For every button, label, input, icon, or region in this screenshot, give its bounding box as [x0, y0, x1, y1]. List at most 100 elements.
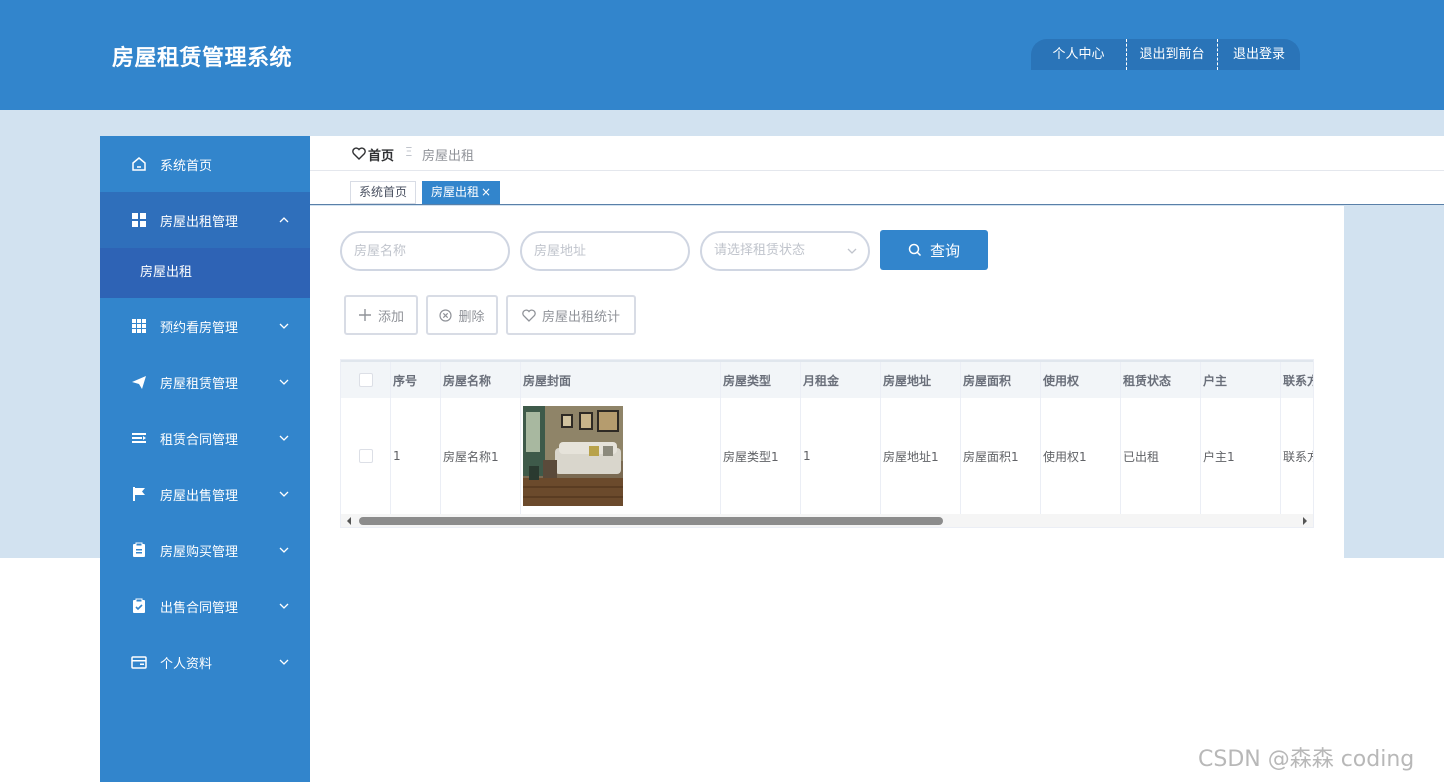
rent-stats-button[interactable]: 房屋出租统计	[506, 295, 636, 335]
tab-system-home[interactable]: 系统首页	[350, 181, 417, 204]
main-content: 首页 Ξ 房屋出租 系统首页 房屋出租× 请选择租赁状态 查询 添加 删除 房屋…	[310, 136, 1444, 558]
column-header: 房屋类型	[721, 362, 801, 398]
cell-house-address: 房屋地址1	[881, 398, 961, 514]
sidebar-item-lease-mgmt[interactable]: 房屋租赁管理	[100, 354, 310, 410]
nav-personal-center[interactable]: 个人中心	[1031, 39, 1126, 70]
breadcrumb-home[interactable]: 首页	[368, 145, 394, 164]
cell-house-area: 房屋面积1	[961, 398, 1041, 514]
cell-contact: 联系方式1	[1281, 398, 1313, 514]
chevron-down-icon	[279, 323, 289, 329]
chevron-down-icon	[279, 379, 289, 385]
home-icon	[132, 157, 146, 171]
column-header: 房屋名称	[441, 362, 521, 398]
sidebar-item-label: 个人资料	[160, 656, 213, 672]
heart-icon	[352, 147, 366, 160]
sidebar-item-label: 房屋购买管理	[160, 544, 239, 560]
column-header: 联系方式	[1281, 362, 1313, 398]
chevron-down-icon	[279, 435, 289, 441]
house-name-input[interactable]	[340, 231, 510, 271]
query-label: 查询	[929, 241, 960, 260]
sidebar: 系统首页 房屋出租管理 房屋出租 预约看房管理 房屋租赁管理 租赁合同管理 房屋…	[100, 136, 310, 782]
add-button[interactable]: 添加	[344, 295, 418, 335]
chevron-up-icon	[279, 217, 289, 223]
sidebar-item-home[interactable]: 系统首页	[100, 136, 310, 192]
nav-back-to-front[interactable]: 退出到前台	[1126, 39, 1217, 70]
column-header: 使用权	[1041, 362, 1121, 398]
chevron-down-icon	[279, 659, 289, 665]
sidebar-item-lease-contract-mgmt[interactable]: 租赁合同管理	[100, 410, 310, 466]
delete-label: 删除	[458, 309, 485, 325]
chevron-down-icon	[279, 491, 289, 497]
table-row[interactable]: 1 房屋名称1 房屋类型1 1 房屋地址1 房屋面积1 使用权1 已出租 户主1…	[341, 398, 1313, 514]
column-header: 房屋地址	[881, 362, 961, 398]
sidebar-item-viewing-mgmt[interactable]: 预约看房管理	[100, 298, 310, 354]
column-header: 房屋封面	[521, 362, 721, 398]
sidebar-item-house-rent-mgmt[interactable]: 房屋出租管理	[100, 192, 310, 248]
sidebar-item-label: 租赁合同管理	[160, 432, 239, 448]
cell-usage-right: 使用权1	[1041, 398, 1121, 514]
sidebar-item-label: 房屋出售管理	[160, 488, 239, 504]
table-header: 序号 房屋名称 房屋封面 房屋类型 月租金 房屋地址 房屋面积 使用权 租赁状态…	[341, 360, 1313, 398]
column-header: 序号	[391, 362, 441, 398]
scroll-left-icon[interactable]	[345, 517, 353, 525]
breadcrumb: 首页 Ξ 房屋出租	[310, 136, 1444, 171]
cell-house-type: 房屋类型1	[721, 398, 801, 514]
rent-stats-label: 房屋出租统计	[541, 309, 620, 325]
cell-house-name: 房屋名称1	[441, 398, 521, 514]
column-header: 户主	[1201, 362, 1281, 398]
horizontal-scrollbar[interactable]	[341, 514, 1313, 527]
house-cover-image	[523, 406, 623, 506]
select-all-checkbox[interactable]	[358, 373, 373, 387]
cell-monthly-rent: 1	[801, 398, 881, 514]
apps-icon	[132, 319, 146, 333]
flag-icon	[133, 487, 145, 501]
sidebar-item-label: 预约看房管理	[160, 320, 239, 336]
sidebar-subitem-house-rent[interactable]: 房屋出租	[100, 248, 310, 298]
content-panel: 请选择租赁状态 查询 添加 删除 房屋出租统计 序号 房屋名称 房屋封面 房屋类…	[310, 206, 1344, 558]
breadcrumb-separator: Ξ	[405, 145, 413, 159]
query-button[interactable]: 查询	[880, 230, 988, 270]
delete-button[interactable]: 删除	[426, 295, 498, 335]
sidebar-item-label: 房屋出租管理	[160, 214, 239, 230]
scrollbar-thumb[interactable]	[359, 517, 943, 525]
list-icon	[132, 433, 146, 443]
row-select-cell	[341, 398, 391, 514]
header-nav: 个人中心 退出到前台 退出登录	[1031, 39, 1300, 70]
cell-house-cover	[521, 398, 721, 514]
select-all-cell	[341, 362, 391, 398]
circle-close-icon	[439, 308, 453, 322]
sidebar-item-sale-mgmt[interactable]: 房屋出售管理	[100, 466, 310, 522]
column-header: 月租金	[801, 362, 881, 398]
house-table: 序号 房屋名称 房屋封面 房屋类型 月租金 房屋地址 房屋面积 使用权 租赁状态…	[340, 359, 1314, 528]
cell-owner: 户主1	[1201, 398, 1281, 514]
grid-icon	[132, 213, 146, 227]
sidebar-item-profile[interactable]: 个人资料	[100, 634, 310, 690]
clipboard-icon	[133, 542, 145, 557]
breadcrumb-current: 房屋出租	[422, 149, 475, 164]
add-label: 添加	[377, 309, 404, 325]
sidebar-item-sale-contract-mgmt[interactable]: 出售合同管理	[100, 578, 310, 634]
send-icon	[132, 376, 146, 389]
rent-status-select[interactable]: 请选择租赁状态	[700, 231, 870, 271]
tab-label: 房屋出租	[431, 185, 480, 199]
column-header: 租赁状态	[1121, 362, 1201, 398]
app-title: 房屋租赁管理系统	[112, 46, 293, 71]
sidebar-item-purchase-mgmt[interactable]: 房屋购买管理	[100, 522, 310, 578]
cell-index: 1	[391, 398, 441, 514]
house-address-input[interactable]	[520, 231, 690, 271]
rent-status-placeholder: 请选择租赁状态	[714, 243, 806, 258]
sidebar-item-label: 房屋租赁管理	[160, 376, 239, 392]
cell-rent-status: 已出租	[1121, 398, 1201, 514]
clipboard-check-icon	[133, 598, 145, 613]
heart-icon	[522, 308, 536, 322]
tab-house-rent[interactable]: 房屋出租 ×	[422, 181, 501, 204]
row-checkbox[interactable]	[358, 449, 373, 463]
search-icon	[908, 243, 922, 257]
watermark: CSDN @森森 coding	[1198, 747, 1415, 772]
close-icon[interactable]: ×	[481, 185, 491, 199]
chevron-down-icon	[279, 547, 289, 553]
plus-icon	[358, 309, 371, 321]
tab-label: 系统首页	[359, 185, 408, 199]
scroll-right-icon[interactable]	[1301, 517, 1309, 525]
nav-logout[interactable]: 退出登录	[1217, 39, 1300, 70]
